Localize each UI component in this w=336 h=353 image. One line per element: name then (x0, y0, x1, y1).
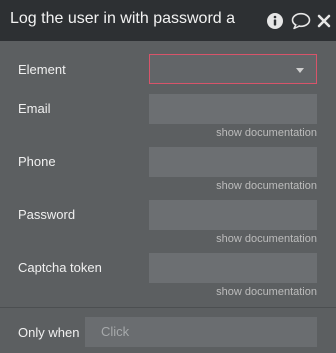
password-field[interactable] (149, 200, 317, 230)
chevron-down-icon (296, 68, 304, 73)
captcha-token-label: Captcha token (18, 260, 102, 275)
password-show-documentation-link[interactable]: show documentation (216, 233, 317, 245)
phone-show-documentation-link[interactable]: show documentation (216, 180, 317, 192)
only-when-label: Only when (18, 325, 80, 340)
password-label: Password (18, 207, 76, 222)
workflow-action-panel: Log the user in with password a Element (0, 0, 336, 353)
captcha-token-show-documentation-link[interactable]: show documentation (216, 286, 317, 298)
email-field[interactable] (149, 94, 317, 124)
panel-header: Log the user in with password a (0, 0, 336, 41)
email-show-documentation-link[interactable]: show documentation (216, 127, 317, 139)
panel-body: Element Email show documentation Phone s… (0, 41, 336, 353)
phone-label: Phone (18, 154, 56, 169)
element-label: Element (18, 62, 66, 77)
comment-icon[interactable] (291, 12, 311, 30)
close-icon[interactable] (317, 12, 331, 30)
section-divider (0, 307, 336, 308)
captcha-token-field[interactable] (149, 253, 317, 283)
element-dropdown[interactable] (149, 54, 317, 84)
phone-field[interactable] (149, 147, 317, 177)
panel-title: Log the user in with password a (10, 10, 236, 27)
email-label: Email (18, 101, 51, 116)
only-when-condition-input[interactable]: Click (85, 317, 317, 347)
info-icon[interactable] (266, 12, 284, 30)
